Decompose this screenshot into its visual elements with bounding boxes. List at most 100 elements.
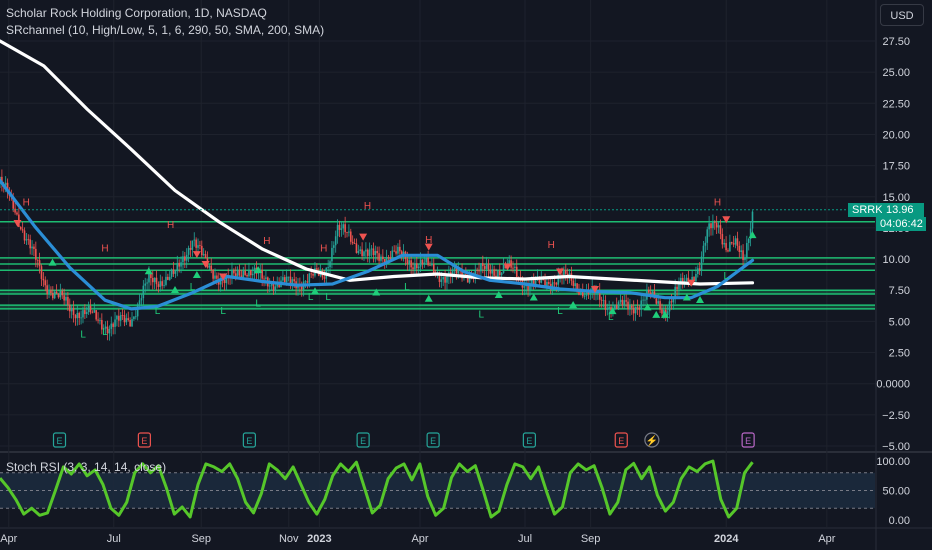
earnings-letter: E bbox=[246, 436, 252, 446]
candle-body bbox=[334, 236, 337, 246]
candle-body bbox=[647, 289, 650, 293]
candle-body bbox=[730, 242, 733, 244]
candle-body bbox=[721, 234, 724, 245]
last-price-tag: 13.96 bbox=[882, 203, 924, 217]
candle-body bbox=[53, 291, 56, 299]
candle-body bbox=[304, 281, 307, 283]
candle-body bbox=[523, 286, 526, 288]
candle-body bbox=[331, 247, 333, 262]
candle-body bbox=[572, 280, 575, 286]
candle-body bbox=[702, 245, 705, 257]
candle-body bbox=[50, 290, 52, 294]
candle-body bbox=[483, 266, 486, 269]
candle-body bbox=[617, 302, 620, 310]
candle-body bbox=[399, 246, 401, 252]
candle-body bbox=[191, 240, 194, 250]
price-tick-label: 22.50 bbox=[882, 98, 910, 110]
candle-body bbox=[289, 276, 292, 284]
candle-body bbox=[489, 269, 492, 274]
pivot-low-label: L bbox=[723, 271, 729, 282]
candle-body bbox=[365, 249, 367, 252]
candle-body bbox=[65, 297, 67, 301]
candle-body bbox=[372, 248, 375, 256]
candle-body bbox=[393, 250, 395, 252]
candle-body bbox=[668, 301, 671, 312]
candle-body bbox=[306, 281, 309, 283]
candle-body bbox=[655, 298, 658, 304]
time-tick-label: Jul bbox=[518, 533, 532, 545]
candle-body bbox=[674, 286, 676, 297]
candle-body bbox=[642, 299, 644, 301]
candle-body bbox=[140, 298, 143, 301]
candle-body bbox=[493, 269, 495, 276]
candle-body bbox=[116, 315, 118, 320]
candle-body bbox=[478, 270, 480, 272]
candle-body bbox=[368, 249, 371, 256]
pivot-high-label: H bbox=[714, 197, 721, 208]
candle-body bbox=[406, 259, 409, 264]
candle-body bbox=[498, 270, 501, 276]
candle-body bbox=[713, 221, 716, 223]
candle-body bbox=[349, 231, 352, 242]
candle-body bbox=[87, 305, 90, 312]
earnings-letter: E bbox=[430, 436, 436, 446]
pivot-low-label: L bbox=[478, 310, 484, 321]
pivot-high-label: H bbox=[320, 244, 327, 255]
candle-body bbox=[629, 305, 631, 310]
candle-body bbox=[719, 225, 722, 235]
candle-body bbox=[344, 224, 346, 233]
candle-body bbox=[751, 211, 754, 229]
earnings-letter: E bbox=[745, 436, 751, 446]
rsi-tick-label: 50.00 bbox=[882, 486, 910, 498]
candle-body bbox=[159, 281, 162, 287]
currency-button[interactable]: USD bbox=[880, 4, 924, 26]
candle-body bbox=[263, 278, 265, 280]
time-tick-label: Sep bbox=[191, 533, 211, 545]
candle-body bbox=[638, 307, 641, 310]
candle-body bbox=[574, 283, 577, 286]
candle-body bbox=[640, 300, 643, 310]
candle-body bbox=[82, 310, 84, 318]
candle-body bbox=[429, 265, 431, 267]
candle-body bbox=[72, 307, 75, 316]
candle-body bbox=[308, 273, 311, 283]
candle-body bbox=[142, 285, 145, 299]
candle-body bbox=[604, 300, 607, 310]
stoch-rsi-legend[interactable]: Stoch RSI (3, 3, 14, 14, close) bbox=[6, 460, 166, 474]
candle-body bbox=[180, 262, 182, 267]
earnings-letter: E bbox=[526, 436, 532, 446]
pivot-low-label: L bbox=[80, 330, 86, 341]
candle-body bbox=[274, 286, 277, 291]
pivot-high-label: H bbox=[364, 201, 371, 212]
candle-body bbox=[740, 250, 742, 253]
candle-body bbox=[265, 277, 267, 279]
candle-body bbox=[410, 260, 412, 268]
candle-body bbox=[515, 266, 518, 277]
candle-body bbox=[125, 318, 128, 323]
candle-body bbox=[340, 228, 343, 230]
candle-body bbox=[167, 276, 169, 280]
candle-body bbox=[85, 311, 88, 315]
candle-body bbox=[700, 256, 703, 271]
candle-body bbox=[602, 300, 605, 302]
candle-body bbox=[151, 278, 154, 283]
candle-body bbox=[250, 270, 252, 276]
candle-body bbox=[425, 257, 428, 263]
candle-body bbox=[29, 239, 31, 249]
candle-body bbox=[366, 249, 369, 256]
candle-body bbox=[600, 299, 603, 301]
candle-body bbox=[480, 263, 482, 272]
candle-body bbox=[157, 284, 160, 287]
candle-body bbox=[615, 305, 618, 310]
candle-body bbox=[380, 256, 382, 261]
candle-body bbox=[134, 316, 137, 318]
symbol-title[interactable]: Scholar Rock Holding Corporation, 1D, NA… bbox=[6, 6, 267, 20]
flash-icon[interactable]: ⚡ bbox=[646, 434, 658, 447]
price-tick-label: 25.00 bbox=[882, 67, 910, 79]
candle-body bbox=[293, 279, 296, 282]
price-tick-label: 7.50 bbox=[889, 285, 910, 297]
candle-body bbox=[121, 315, 124, 316]
candle-body bbox=[114, 319, 116, 327]
candle-body bbox=[432, 263, 435, 274]
indicator-legend[interactable]: SRchannel (10, High/Low, 5, 1, 6, 290, 5… bbox=[6, 23, 324, 37]
